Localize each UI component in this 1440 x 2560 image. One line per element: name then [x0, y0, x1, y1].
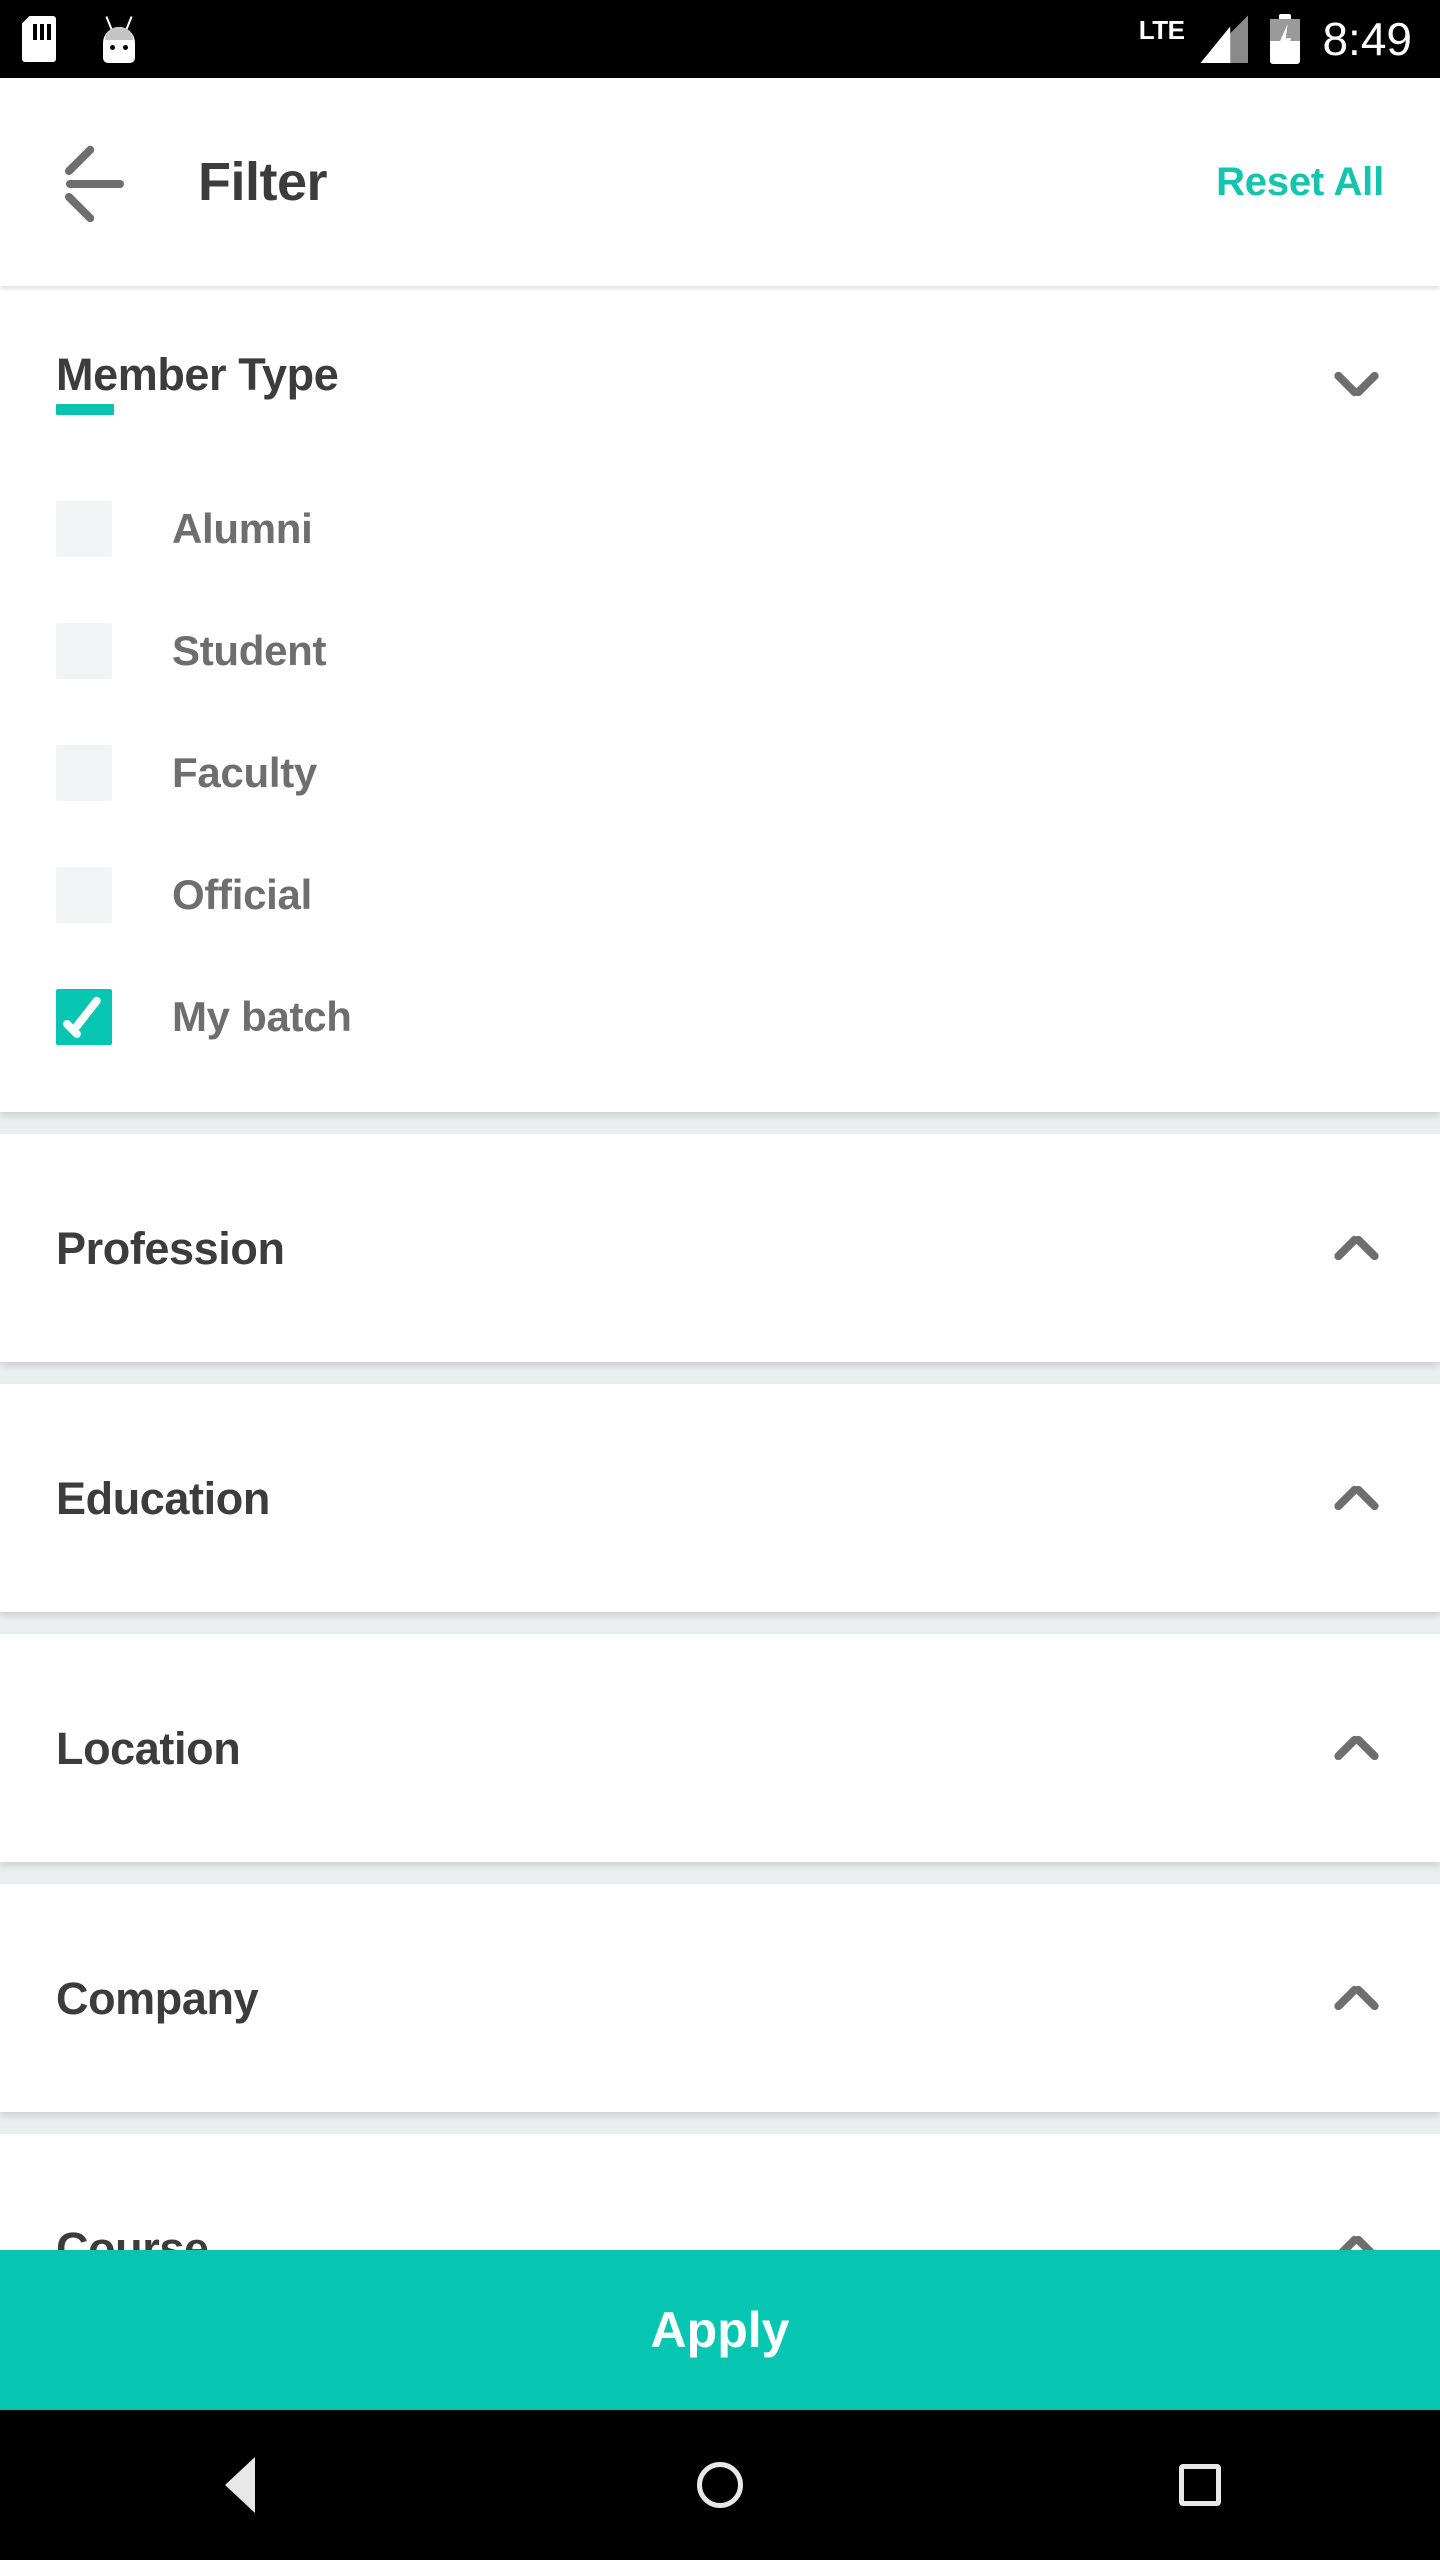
checkbox-official[interactable]	[56, 867, 112, 923]
apply-button-label: Apply	[650, 2302, 790, 2358]
nav-back-triangle-icon	[225, 2457, 255, 2513]
chevron-up-icon[interactable]	[1328, 1720, 1384, 1776]
status-bar-right-icons: LTE 8:49	[1139, 14, 1412, 64]
status-bar-left-icons	[22, 15, 138, 63]
section-title: Company	[56, 1972, 259, 2024]
checkbox-my-batch[interactable]	[56, 989, 112, 1045]
section-header-location[interactable]: Location	[0, 1634, 1440, 1862]
checkbox-student[interactable]	[56, 623, 112, 679]
nav-home-circle-icon	[697, 2462, 743, 2508]
sim-card-icon	[22, 16, 56, 62]
status-bar-clock: 8:49	[1322, 13, 1412, 65]
filter-section-location: Location	[0, 1634, 1440, 1862]
app-bar: Filter Reset All	[0, 78, 1440, 286]
section-divider	[0, 1112, 1440, 1134]
chevron-up-icon[interactable]	[1328, 1470, 1384, 1526]
signal-bars-icon	[1200, 15, 1249, 63]
filter-section-education: Education	[0, 1384, 1440, 1612]
apply-button[interactable]: Apply	[0, 2250, 1440, 2410]
section-divider	[0, 1612, 1440, 1634]
option-label: My batch	[172, 993, 352, 1040]
option-row[interactable]: Official	[0, 834, 1440, 956]
nav-recents-square-icon	[1179, 2464, 1221, 2506]
nav-home-button[interactable]	[480, 2410, 960, 2560]
option-label: Student	[172, 627, 327, 674]
android-navigation-bar	[0, 2410, 1440, 2560]
section-divider	[0, 1862, 1440, 1884]
nav-recents-button[interactable]	[960, 2410, 1440, 2560]
section-divider	[0, 2112, 1440, 2134]
status-bar: LTE 8:49	[0, 0, 1440, 78]
section-active-underline	[56, 404, 114, 415]
nav-back-button[interactable]	[0, 2410, 480, 2560]
reset-all-button[interactable]: Reset All	[1216, 162, 1384, 202]
section-title: Member Type	[56, 349, 339, 400]
lte-label: LTE	[1138, 15, 1185, 45]
chevron-down-icon[interactable]	[1328, 356, 1384, 412]
filter-section-profession: Profession	[0, 1134, 1440, 1362]
chevron-up-icon[interactable]	[1328, 1970, 1384, 2026]
android-robot-icon	[100, 15, 138, 63]
option-label: Alumni	[172, 505, 313, 552]
section-divider	[0, 1362, 1440, 1384]
section-title: Location	[56, 1722, 241, 1774]
section-header-company[interactable]: Company	[0, 1884, 1440, 2112]
option-row[interactable]: My batch	[0, 956, 1440, 1078]
option-label: Faculty	[172, 749, 317, 796]
option-label: Official	[172, 871, 312, 918]
filter-section-company: Company	[0, 1884, 1440, 2112]
filter-sections-list[interactable]: Member Type Alumni Student Faculty Offic…	[0, 286, 1440, 2286]
checkbox-alumni[interactable]	[56, 501, 112, 557]
arrow-left-icon[interactable]	[56, 144, 132, 224]
section-title: Profession	[56, 1222, 285, 1274]
section-header-education[interactable]: Education	[0, 1384, 1440, 1612]
checkbox-faculty[interactable]	[56, 745, 112, 801]
section-header-profession[interactable]: Profession	[0, 1134, 1440, 1362]
chevron-up-icon[interactable]	[1328, 1220, 1384, 1276]
section-header-member-type[interactable]: Member Type	[0, 286, 1440, 468]
page-title: Filter	[198, 152, 328, 212]
battery-charging-icon	[1270, 14, 1301, 64]
filter-section-member-type: Member Type Alumni Student Faculty Offic…	[0, 286, 1440, 1112]
section-title: Education	[56, 1472, 270, 1524]
option-row[interactable]: Student	[0, 590, 1440, 712]
option-row[interactable]: Alumni	[0, 468, 1440, 590]
option-row[interactable]: Faculty	[0, 712, 1440, 834]
